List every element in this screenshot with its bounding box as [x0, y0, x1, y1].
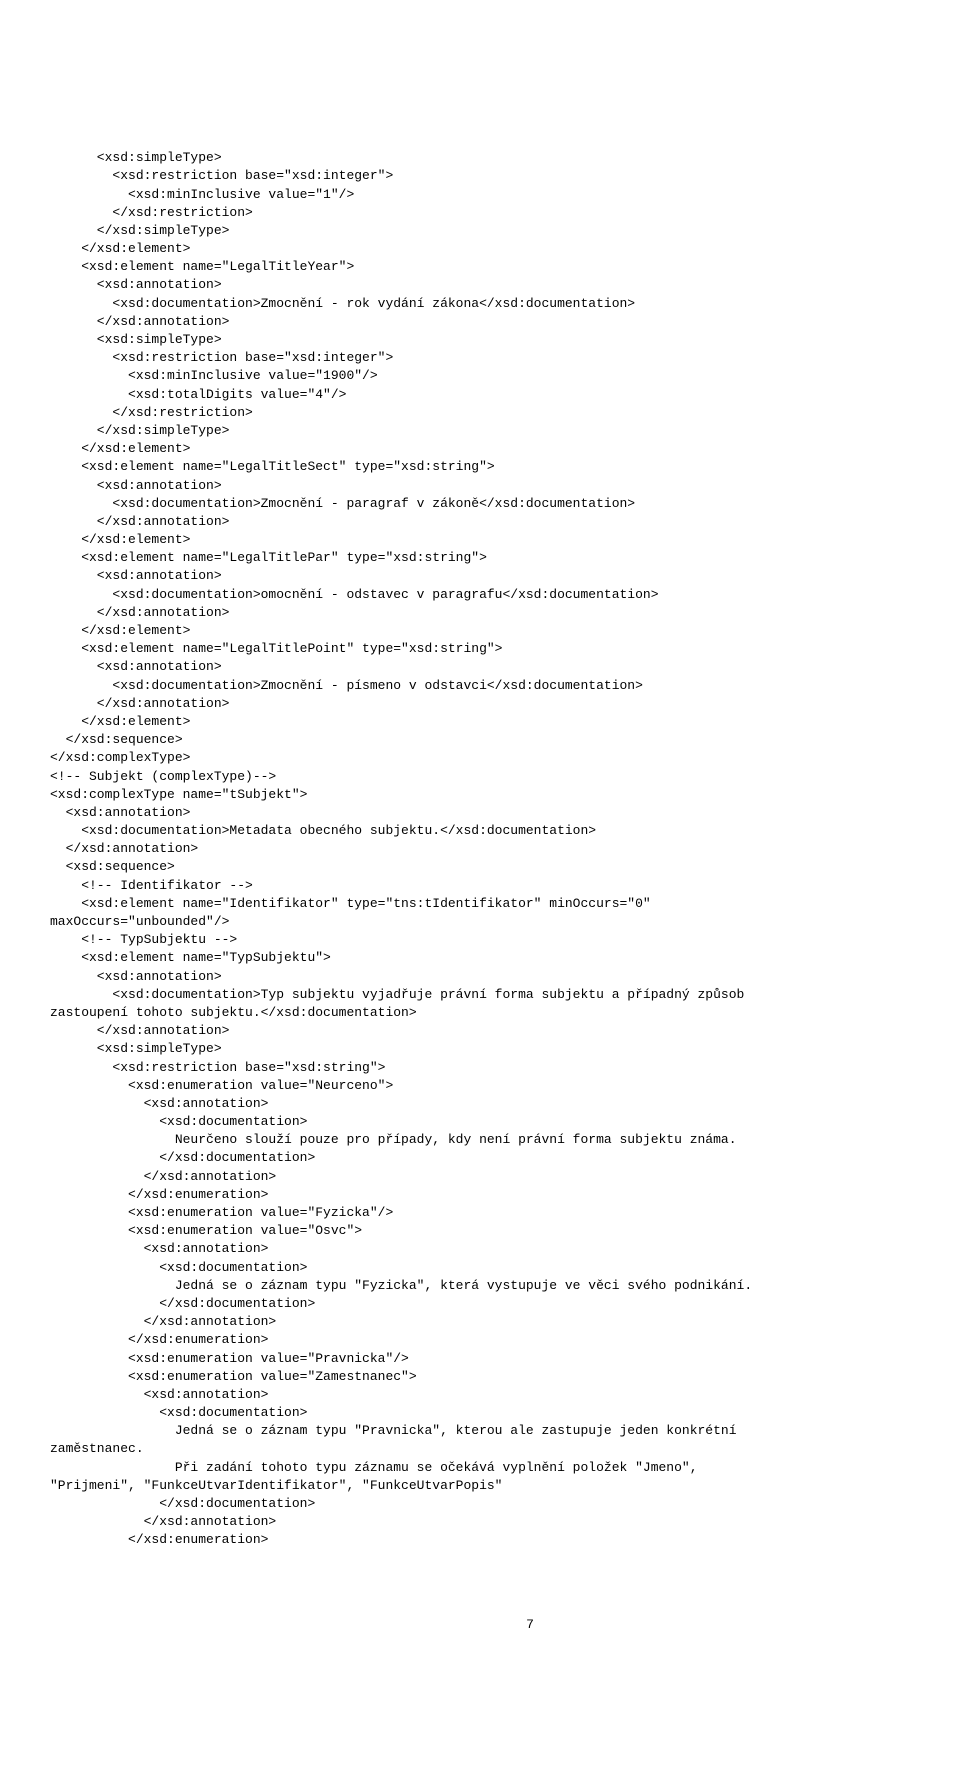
- xml-code-content: <xsd:simpleType> <xsd:restriction base="…: [50, 149, 960, 1549]
- document-page: <xsd:simpleType> <xsd:restriction base="…: [50, 113, 960, 1653]
- page-number: 7: [50, 1616, 960, 1634]
